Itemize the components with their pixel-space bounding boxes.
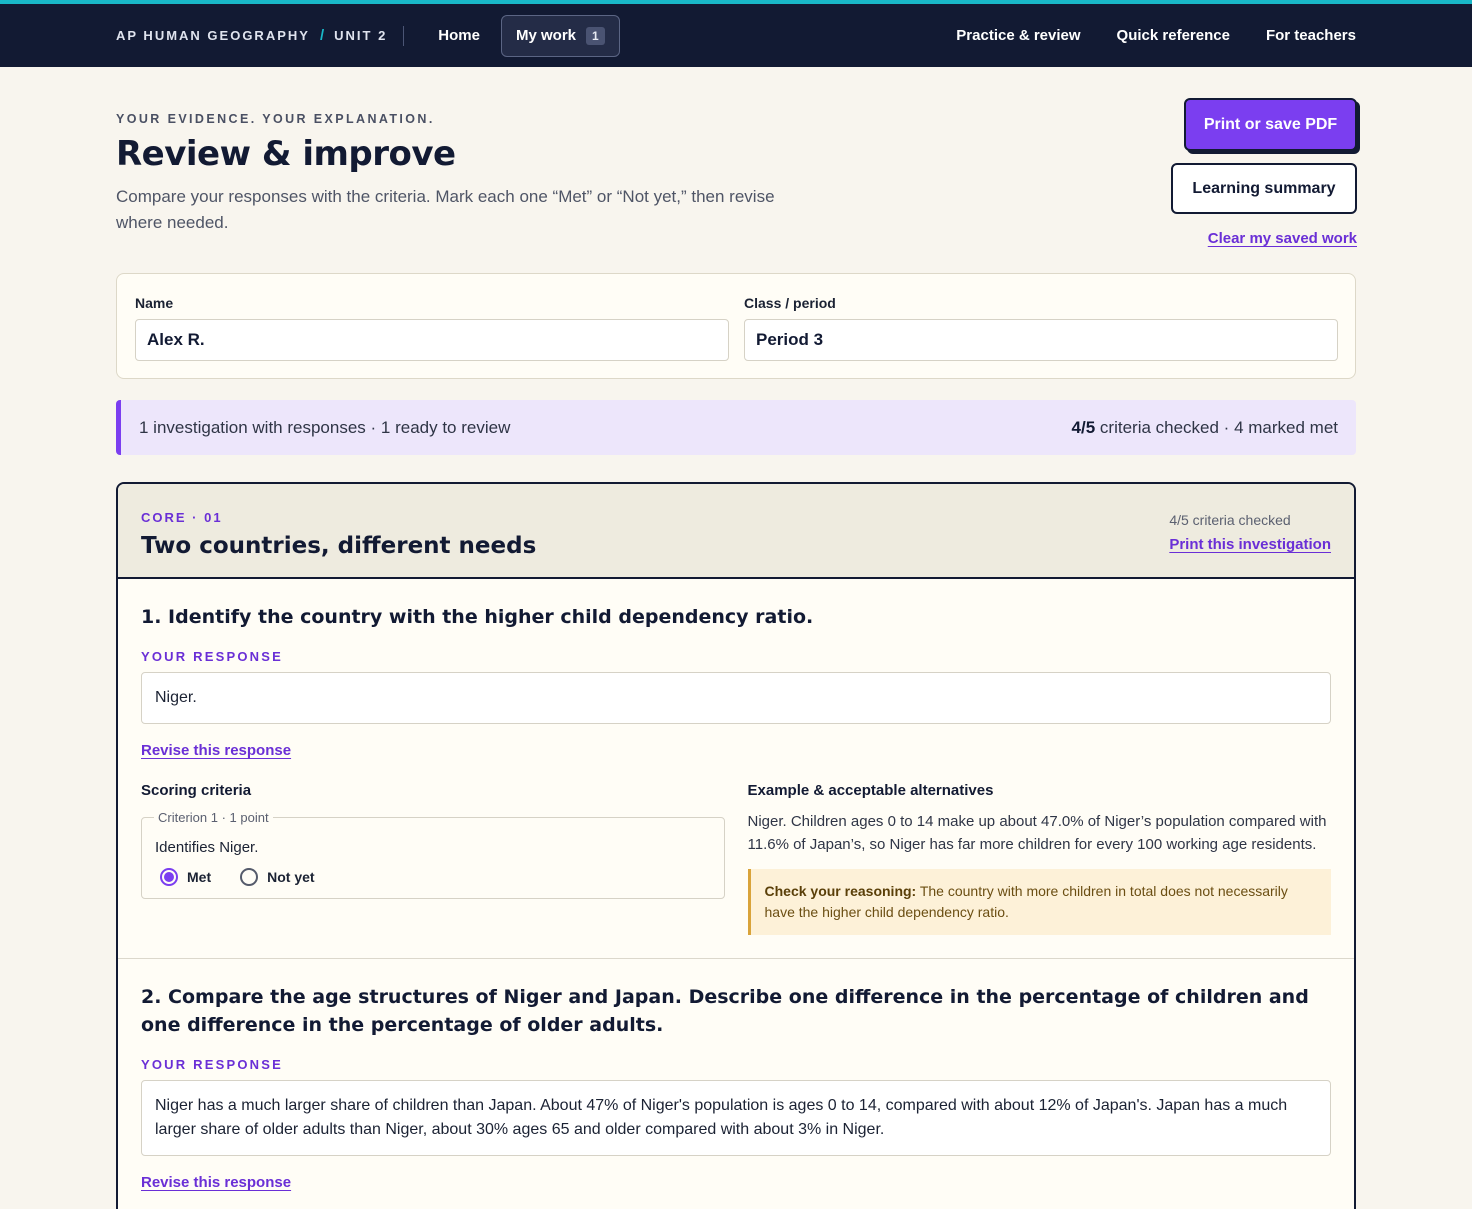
question-title: 2. Compare the age structures of Niger a… <box>141 986 1309 1036</box>
page-title: Review & improve <box>116 134 456 174</box>
radio-met-label[interactable]: Met <box>187 869 211 885</box>
page-header: YOUR EVIDENCE. YOUR EXPLANATION. Review … <box>116 112 816 236</box>
question-1: 1. Identify the country with the higher … <box>118 579 1354 935</box>
clear-saved-work-link[interactable]: Clear my saved work <box>1208 230 1357 247</box>
criterion-1-radio-group: Met Not yet <box>155 868 711 886</box>
breadcrumb-separator: / <box>319 27 325 44</box>
class-period-label: Class / period <box>744 295 836 311</box>
print-save-pdf-button[interactable]: Print or save PDF <box>1184 98 1357 151</box>
top-nav-bar: AP HUMAN GEOGRAPHY / UNIT 2 Home My work… <box>0 0 1472 67</box>
investigation-code: CORE · 01 <box>141 510 223 525</box>
investigation-title: Two countries, different needs <box>141 533 537 559</box>
radio-met[interactable]: Met <box>155 868 211 886</box>
revise-response-link[interactable]: Revise this response <box>141 742 291 759</box>
page-subtitle: Compare your responses with the criteria… <box>116 187 775 232</box>
name-label: Name <box>135 295 174 311</box>
nav-practice-review-link[interactable]: Practice & review <box>956 27 1080 44</box>
criterion-1-fieldset: Criterion 1 · 1 point Identifies Niger. … <box>141 810 725 899</box>
response-box[interactable]: Niger has a much larger share of childre… <box>141 1080 1331 1156</box>
class-field-group: Class / period Period 3 <box>744 295 1338 361</box>
breadcrumb-course[interactable]: AP HUMAN GEOGRAPHY <box>116 28 310 43</box>
check-reasoning-label: Check your reasoning: <box>764 883 917 899</box>
breadcrumb-unit[interactable]: UNIT 2 <box>334 28 387 43</box>
response-label: YOUR RESPONSE <box>141 1057 284 1072</box>
investigation-criteria-checked: 4/5 criteria checked <box>1169 512 1291 528</box>
page-actions: Print or save PDF Learning summary Clear… <box>1167 98 1357 247</box>
investigation-meta: 4/5 criteria checked Print this investig… <box>1169 512 1331 553</box>
question-title: 1. Identify the country with the higher … <box>141 606 814 628</box>
status-summary-left: 1 investigation with responses · 1 ready… <box>139 417 511 437</box>
student-info-card: Name Alex R. Class / period Period 3 <box>116 273 1356 379</box>
criterion-1-legend: Criterion 1 · 1 point <box>158 810 269 825</box>
name-input[interactable]: Alex R. <box>135 319 729 361</box>
criteria-checked-text: criteria checked · 4 marked met <box>1095 417 1338 437</box>
criterion-1-text: Identifies Niger. <box>155 839 259 856</box>
learning-summary-button[interactable]: Learning summary <box>1171 163 1357 214</box>
nav-my-work-button[interactable]: My work 1 <box>500 14 620 57</box>
radio-met-circle[interactable] <box>160 868 178 886</box>
print-investigation-link[interactable]: Print this investigation <box>1169 536 1331 553</box>
progress-status-bar: 1 investigation with responses · 1 ready… <box>116 400 1356 455</box>
nav-home-link[interactable]: Home <box>438 27 480 44</box>
scoring-criteria-title: Scoring criteria <box>141 782 252 799</box>
nav-for-teachers-link[interactable]: For teachers <box>1266 27 1356 44</box>
nav-quick-reference-link[interactable]: Quick reference <box>1117 27 1230 44</box>
example-text: Niger. Children ages 0 to 14 make up abo… <box>747 813 1327 853</box>
criteria-checked-count: 4/5 <box>1071 417 1096 437</box>
nav-right-links: Practice & review Quick reference For te… <box>956 27 1356 44</box>
nav-divider <box>403 25 405 46</box>
breadcrumb: AP HUMAN GEOGRAPHY / UNIT 2 <box>116 27 387 44</box>
name-field-group: Name Alex R. <box>135 295 729 361</box>
status-summary-right: 4/5 criteria checked · 4 marked met <box>1072 418 1338 438</box>
radio-not-yet-label[interactable]: Not yet <box>267 869 314 885</box>
radio-not-yet-circle[interactable] <box>240 868 259 886</box>
my-work-count-badge: 1 <box>586 26 605 45</box>
nav-my-work-label: My work <box>515 27 576 44</box>
criteria-and-example: Scoring criteria Criterion 1 · 1 point I… <box>141 782 1331 935</box>
radio-not-yet[interactable]: Not yet <box>235 868 315 886</box>
example-column: Example & acceptable alternatives Niger.… <box>747 782 1331 935</box>
response-box[interactable]: Niger. <box>141 672 1331 724</box>
question-2: 2. Compare the age structures of Niger a… <box>118 959 1354 1192</box>
scoring-criteria-column: Scoring criteria Criterion 1 · 1 point I… <box>141 782 725 935</box>
class-period-input[interactable]: Period 3 <box>744 319 1338 361</box>
page-eyebrow: YOUR EVIDENCE. YOUR EXPLANATION. <box>116 112 435 126</box>
investigation-header: CORE · 01 Two countries, different needs… <box>118 484 1354 579</box>
example-title: Example & acceptable alternatives <box>747 782 994 799</box>
check-reasoning-callout: Check your reasoning: The country with m… <box>747 869 1331 935</box>
response-label: YOUR RESPONSE <box>141 649 284 664</box>
investigation-card: CORE · 01 Two countries, different needs… <box>116 482 1356 1209</box>
revise-response-link[interactable]: Revise this response <box>141 1174 291 1191</box>
